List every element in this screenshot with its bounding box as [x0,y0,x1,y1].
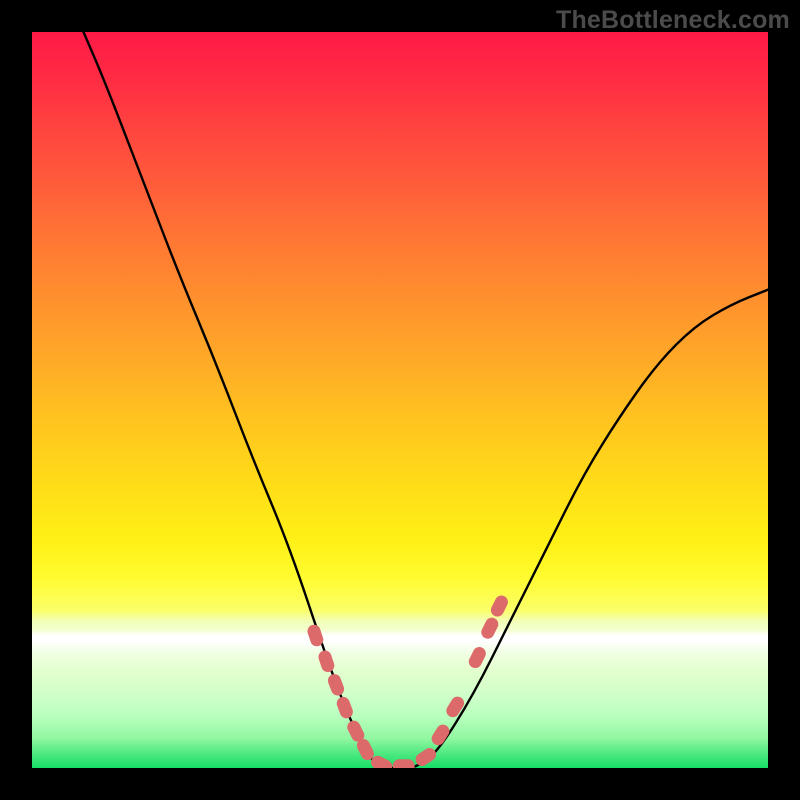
highlight-pill [489,593,510,618]
chart-frame: TheBottleneck.com [0,0,800,800]
highlight-pill [335,695,355,720]
bottleneck-curve [84,32,769,768]
curve-layer [32,32,768,768]
highlight-pill [444,694,467,720]
highlight-pill [326,672,346,697]
plot-area [32,32,768,768]
highlight-pill [479,615,500,640]
highlight-pill [393,759,415,768]
watermark-text: TheBottleneck.com [556,6,790,35]
highlight-pill [317,649,336,674]
highlight-pill [467,645,488,670]
